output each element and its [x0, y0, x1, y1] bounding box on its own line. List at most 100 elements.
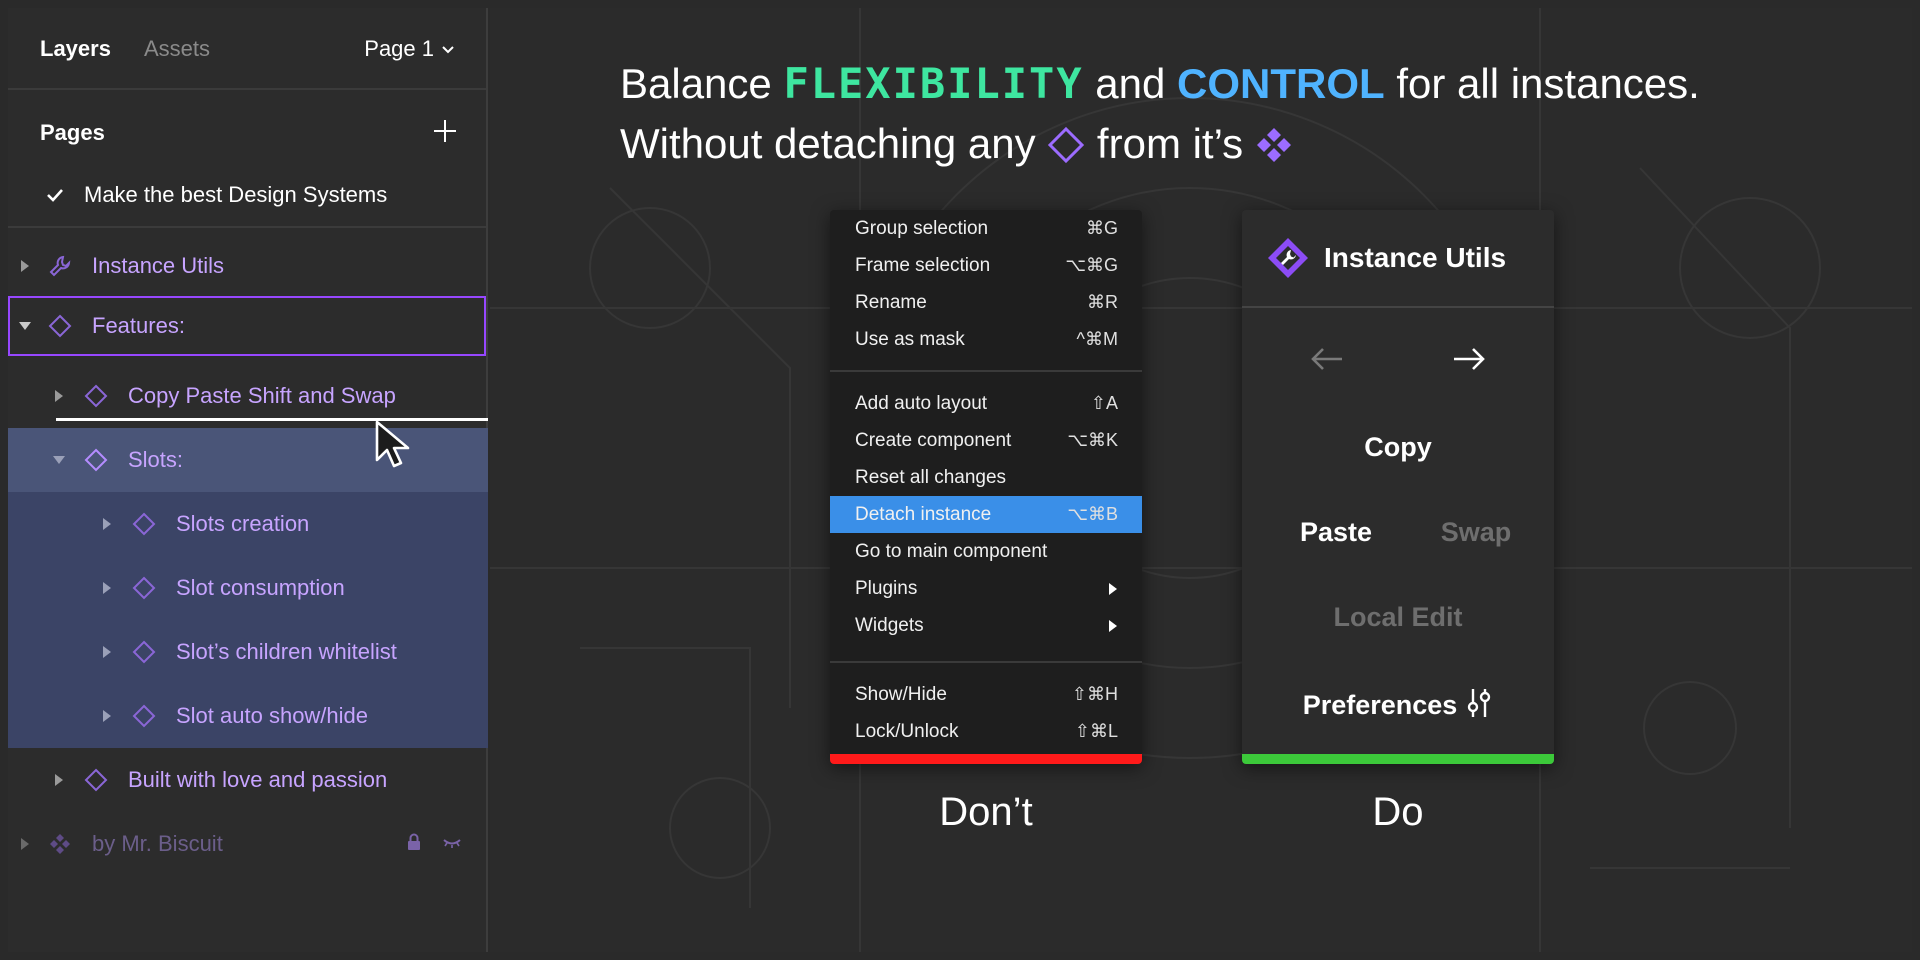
headline-text: Balance: [620, 60, 784, 107]
caret-right-icon[interactable]: [52, 389, 66, 403]
menu-item-label: Lock/Unlock: [855, 720, 959, 742]
layer-row-by-mr-biscuit[interactable]: by Mr. Biscuit: [8, 812, 488, 876]
caret-right-icon[interactable]: [100, 645, 114, 659]
pages-section: Pages Make the best Design Systems: [8, 90, 486, 228]
instance-diamond-icon: [84, 768, 108, 792]
submenu-arrow-icon: [1109, 582, 1117, 595]
menu-item-label: Show/Hide: [855, 683, 947, 705]
mouse-cursor-icon: [375, 420, 410, 468]
menu-shortcut: ⇧A: [1090, 393, 1118, 413]
copy-button[interactable]: Copy: [1242, 432, 1554, 463]
arrow-left-icon[interactable]: [1310, 346, 1344, 372]
instance-diamond-icon: [48, 314, 72, 338]
wrench-icon: [49, 255, 71, 277]
menu-item-label: Rename: [855, 291, 927, 313]
headline: Balance FLEXIBILITY and CONTROL for all …: [620, 54, 1700, 174]
menu-item-label: Create component: [855, 429, 1012, 451]
layers-panel: Layers Assets Page 1 Pages Make the best…: [8, 8, 488, 952]
caption-do: Do: [1372, 790, 1424, 834]
menu-item-label: Add auto layout: [855, 392, 988, 414]
layer-label: by Mr. Biscuit: [92, 831, 223, 856]
caret-right-icon[interactable]: [52, 773, 66, 787]
eye-closed-icon[interactable]: [442, 832, 462, 852]
caret-right-icon[interactable]: [18, 837, 32, 851]
dont-indicator-bar: [830, 754, 1142, 764]
menu-item-rename[interactable]: Rename ⌘R: [830, 284, 1142, 321]
layer-row-slots-creation[interactable]: Slots creation: [8, 492, 488, 556]
menu-separator: [830, 370, 1142, 372]
menu-shortcut: ⌥⌘G: [1065, 255, 1118, 275]
menu-item-label: Detach instance: [855, 503, 992, 525]
menu-item-use-as-mask[interactable]: Use as mask ^⌘M: [830, 321, 1142, 358]
caret-right-icon[interactable]: [100, 709, 114, 723]
menu-item-lock-unlock[interactable]: Lock/Unlock ⇧⌘L: [830, 713, 1142, 750]
menu-shortcut: ⇧⌘H: [1071, 684, 1118, 704]
plus-icon[interactable]: [430, 116, 460, 146]
context-menu: Group selection ⌘G Frame selection ⌥⌘G Ren…: [830, 210, 1142, 764]
preferences-button[interactable]: Preferences: [1242, 687, 1554, 721]
layer-row-slot-consumption[interactable]: Slot consumption: [8, 556, 488, 620]
swap-button[interactable]: Swap: [1416, 517, 1536, 548]
menu-item-frame-selection[interactable]: Frame selection ⌥⌘G: [830, 247, 1142, 284]
layer-label: Slot auto show/hide: [176, 703, 369, 728]
instance-diamond-icon: [132, 512, 156, 536]
instance-diamond-icon: [132, 640, 156, 664]
menu-item-label: Frame selection: [855, 254, 991, 276]
menu-item-plugins[interactable]: Plugins: [830, 570, 1142, 607]
preferences-label: Preferences: [1302, 690, 1458, 720]
page-selector[interactable]: Page 1: [364, 36, 456, 62]
do-indicator-bar: [1242, 754, 1554, 764]
component-icon: [50, 834, 70, 854]
headline-flexibility: FLEXIBILITY: [783, 59, 1084, 108]
layer-label: Slots creation: [176, 511, 310, 536]
menu-item-go-to-main-component[interactable]: Go to main component: [830, 533, 1142, 570]
menu-item-label: Plugins: [855, 577, 918, 599]
panel-tabs: Layers Assets Page 1: [8, 8, 486, 90]
menu-item-reset-all-changes[interactable]: Reset all changes: [830, 459, 1142, 496]
local-edit-button[interactable]: Local Edit: [1242, 602, 1554, 633]
caret-down-icon[interactable]: [18, 319, 32, 333]
layer-row-slot-whitelist[interactable]: Slot’s children whitelist: [8, 620, 488, 684]
sliders-icon: [1468, 689, 1491, 717]
layer-row-instance-utils[interactable]: Instance Utils: [8, 234, 488, 298]
headline-line-1: Balance FLEXIBILITY and CONTROL for all …: [620, 54, 1700, 114]
menu-separator: [830, 661, 1142, 663]
paste-button[interactable]: Paste: [1276, 517, 1396, 548]
menu-item-widgets[interactable]: Widgets: [830, 607, 1142, 644]
plugin-header: Instance Utils: [1242, 210, 1554, 308]
page-item-label: Make the best Design Systems: [84, 182, 388, 207]
headline-text: and: [1083, 60, 1178, 107]
caret-right-icon[interactable]: [100, 517, 114, 531]
instance-utils-logo-icon: [1268, 238, 1308, 278]
arrow-right-icon[interactable]: [1452, 346, 1486, 372]
menu-item-label: Go to main component: [855, 540, 1048, 562]
lock-icon[interactable]: [404, 832, 424, 852]
layer-row-slot-auto-show[interactable]: Slot auto show/hide: [8, 684, 488, 748]
headline-text: for all instances.: [1384, 60, 1700, 107]
instance-diamond-icon: [132, 576, 156, 600]
drop-indicator-line: [56, 418, 488, 421]
menu-item-show-hide[interactable]: Show/Hide ⇧⌘H: [830, 676, 1142, 713]
layer-row-built-with-love[interactable]: Built with love and passion: [8, 748, 488, 812]
headline-text: Without detaching any: [620, 120, 1048, 167]
caret-right-icon[interactable]: [18, 259, 32, 273]
headline-text: from it’s: [1085, 120, 1255, 167]
chevron-down-icon: [442, 46, 454, 54]
page-item-current[interactable]: Make the best Design Systems: [46, 182, 387, 208]
menu-shortcut: ⌘R: [1087, 292, 1118, 312]
caret-right-icon[interactable]: [100, 581, 114, 595]
component-icon: [1256, 128, 1291, 162]
design-canvas[interactable]: Balance FLEXIBILITY and CONTROL for all …: [490, 8, 1912, 952]
caret-down-icon[interactable]: [52, 453, 66, 467]
menu-item-add-auto-layout[interactable]: Add auto layout ⇧A: [830, 385, 1142, 422]
menu-item-detach-instance[interactable]: Detach instance ⌥⌘B: [830, 496, 1142, 533]
tab-layers[interactable]: Layers: [40, 36, 111, 62]
checkmark-icon: [47, 189, 63, 202]
layer-label: Features:: [92, 313, 185, 338]
layer-row-features[interactable]: Features:: [8, 296, 486, 356]
menu-item-create-component[interactable]: Create component ⌥⌘K: [830, 422, 1142, 459]
plugin-title: Instance Utils: [1324, 242, 1507, 273]
menu-item-group-selection[interactable]: Group selection ⌘G: [830, 210, 1142, 247]
instance-diamond-icon: [84, 448, 108, 472]
tab-assets[interactable]: Assets: [144, 36, 210, 62]
